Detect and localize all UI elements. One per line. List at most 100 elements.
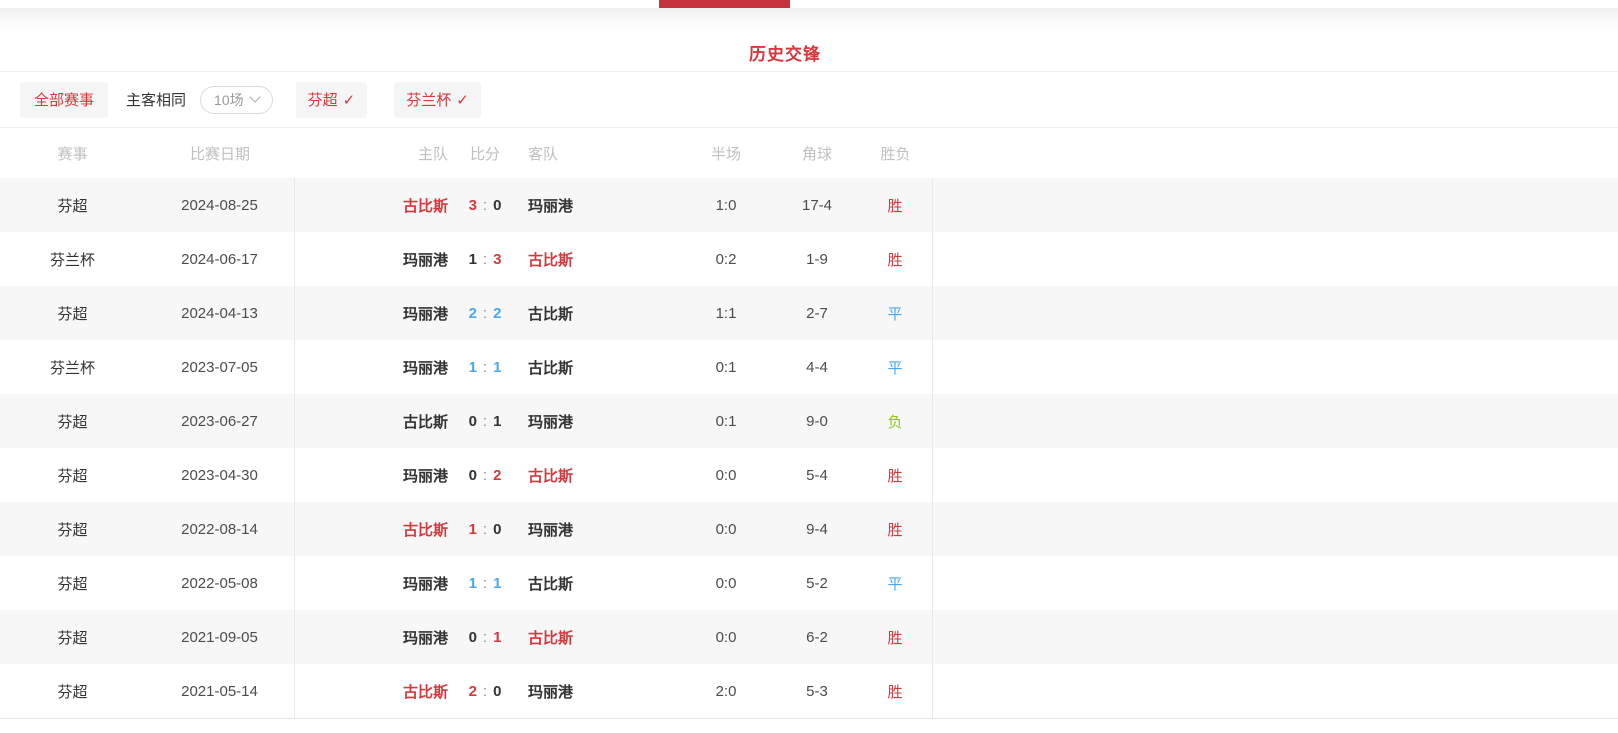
cell-result: 负	[858, 394, 933, 448]
cell-competition: 芬超	[0, 502, 145, 556]
cell-date: 2023-07-05	[145, 340, 295, 394]
score-colon: :	[483, 629, 487, 646]
away-score: 1	[493, 629, 501, 646]
table-row[interactable]: 芬兰杯 2024-06-17 玛丽港 1:3 古比斯 0:2 1-9 胜	[0, 232, 1618, 286]
table-header-row: 赛事 比赛日期 主队 比分 客队 半场 角球 胜负	[0, 128, 1618, 178]
cell-corners: 9-4	[776, 502, 858, 556]
cell-away-team: 玛丽港	[520, 178, 676, 232]
cell-score: 1:0	[450, 502, 520, 556]
score-colon: :	[483, 305, 487, 322]
cell-date: 2022-05-08	[145, 556, 295, 610]
header-away-team: 客队	[520, 128, 676, 178]
league-toggle-finnish-premier[interactable]: 芬超 ✓	[296, 82, 368, 118]
all-matches-button[interactable]: 全部赛事	[20, 82, 108, 118]
same-home-away-label: 主客相同	[126, 89, 186, 110]
cell-competition: 芬超	[0, 178, 145, 232]
score-colon: :	[483, 683, 487, 700]
table-row[interactable]: 芬超 2023-06-27 古比斯 0:1 玛丽港 0:1 9-0 负	[0, 394, 1618, 448]
header-score: 比分	[450, 128, 520, 178]
page-title: 历史交锋	[749, 45, 821, 64]
table-row[interactable]: 芬超 2023-04-30 玛丽港 0:2 古比斯 0:0 5-4 胜	[0, 448, 1618, 502]
cell-corners: 2-7	[776, 286, 858, 340]
cell-score: 1:1	[450, 556, 520, 610]
header-date: 比赛日期	[145, 128, 295, 178]
cell-date: 2021-05-14	[145, 664, 295, 718]
table-row[interactable]: 芬超 2022-05-08 玛丽港 1:1 古比斯 0:0 5-2 平	[0, 556, 1618, 610]
section-header: 历史交锋	[0, 8, 1618, 72]
cell-empty	[933, 394, 1618, 448]
cell-away-team: 古比斯	[520, 286, 676, 340]
cell-halftime: 1:0	[676, 178, 776, 232]
away-score: 1	[493, 359, 501, 376]
top-tab-strip	[0, 0, 1618, 8]
score-colon: :	[483, 251, 487, 268]
home-score: 0	[469, 467, 477, 484]
cell-corners: 4-4	[776, 340, 858, 394]
home-score: 0	[469, 629, 477, 646]
score-colon: :	[483, 575, 487, 592]
cell-competition: 芬兰杯	[0, 340, 145, 394]
cell-halftime: 0:1	[676, 340, 776, 394]
away-score: 1	[493, 413, 501, 430]
table-row[interactable]: 芬超 2024-08-25 古比斯 3:0 玛丽港 1:0 17-4 胜	[0, 178, 1618, 232]
cell-corners: 5-4	[776, 448, 858, 502]
cell-empty	[933, 610, 1618, 664]
away-score: 0	[493, 683, 501, 700]
league-toggle-label: 芬兰杯	[406, 89, 451, 110]
table-row[interactable]: 芬超 2022-08-14 古比斯 1:0 玛丽港 0:0 9-4 胜	[0, 502, 1618, 556]
score-colon: :	[483, 467, 487, 484]
cell-halftime: 2:0	[676, 664, 776, 718]
table-row[interactable]: 芬兰杯 2023-07-05 玛丽港 1:1 古比斯 0:1 4-4 平	[0, 340, 1618, 394]
league-toggle-finnish-cup[interactable]: 芬兰杯 ✓	[394, 82, 481, 118]
home-score: 2	[469, 305, 477, 322]
cell-empty	[933, 286, 1618, 340]
cell-corners: 1-9	[776, 232, 858, 286]
away-score: 2	[493, 467, 501, 484]
cell-result: 平	[858, 286, 933, 340]
cell-score: 3:0	[450, 178, 520, 232]
cell-away-team: 古比斯	[520, 448, 676, 502]
cell-away-team: 玛丽港	[520, 664, 676, 718]
cell-home-team: 古比斯	[295, 664, 450, 718]
score-colon: :	[483, 413, 487, 430]
cell-score: 2:2	[450, 286, 520, 340]
table-bottom-border	[0, 718, 1618, 730]
cell-date: 2021-09-05	[145, 610, 295, 664]
cell-empty	[933, 502, 1618, 556]
score-colon: :	[483, 521, 487, 538]
home-score: 3	[469, 197, 477, 214]
header-empty	[933, 128, 1618, 178]
cell-halftime: 0:0	[676, 556, 776, 610]
cell-result: 胜	[858, 232, 933, 286]
home-score: 1	[469, 521, 477, 538]
cell-date: 2024-08-25	[145, 178, 295, 232]
cell-result: 胜	[858, 610, 933, 664]
cell-result: 平	[858, 556, 933, 610]
cell-competition: 芬超	[0, 286, 145, 340]
home-score: 0	[469, 413, 477, 430]
table-row[interactable]: 芬超 2021-09-05 玛丽港 0:1 古比斯 0:0 6-2 胜	[0, 610, 1618, 664]
cell-halftime: 0:2	[676, 232, 776, 286]
cell-result: 平	[858, 340, 933, 394]
cell-competition: 芬超	[0, 394, 145, 448]
cell-home-team: 玛丽港	[295, 232, 450, 286]
table-row[interactable]: 芬超 2024-04-13 玛丽港 2:2 古比斯 1:1 2-7 平	[0, 286, 1618, 340]
cell-score: 2:0	[450, 664, 520, 718]
cell-empty	[933, 448, 1618, 502]
header-corners: 角球	[776, 128, 858, 178]
cell-empty	[933, 556, 1618, 610]
match-count-dropdown[interactable]: 10场	[200, 86, 273, 114]
away-score: 0	[493, 197, 501, 214]
table-body: 芬超 2024-08-25 古比斯 3:0 玛丽港 1:0 17-4 胜 芬兰杯…	[0, 178, 1618, 718]
cell-halftime: 0:0	[676, 448, 776, 502]
chevron-down-icon	[249, 91, 260, 102]
cell-score: 1:1	[450, 340, 520, 394]
cell-result: 胜	[858, 502, 933, 556]
check-icon: ✓	[456, 91, 469, 109]
cell-competition: 芬超	[0, 664, 145, 718]
cell-empty	[933, 340, 1618, 394]
table-row[interactable]: 芬超 2021-05-14 古比斯 2:0 玛丽港 2:0 5-3 胜	[0, 664, 1618, 718]
score-colon: :	[483, 197, 487, 214]
header-home-team: 主队	[295, 128, 450, 178]
header-halftime: 半场	[676, 128, 776, 178]
